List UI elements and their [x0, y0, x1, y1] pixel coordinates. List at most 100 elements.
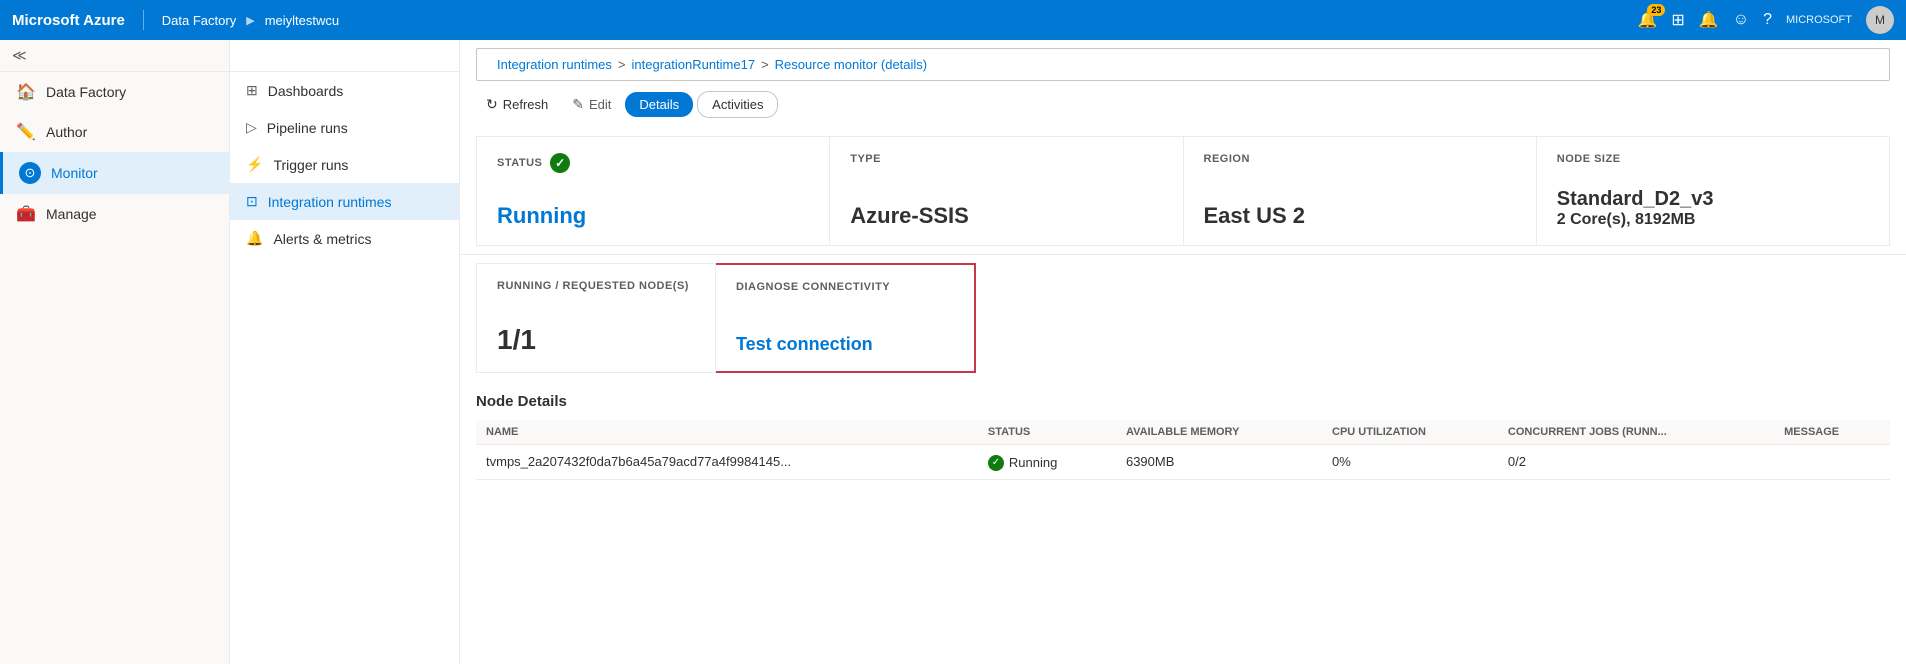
brand-label: Microsoft Azure [12, 12, 125, 29]
region-label: REGION [1204, 153, 1516, 165]
node-details-section: Node Details NAME STATUS AVAILABLE MEMOR… [460, 381, 1906, 480]
topbar-nav2[interactable]: meiyltestwcu [265, 13, 339, 28]
help-icon[interactable]: ? [1763, 11, 1772, 29]
subnav-dashboards-label: Dashboards [268, 83, 344, 99]
col-message: MESSAGE [1774, 420, 1890, 445]
subnav-pipeline-runs[interactable]: ▷ Pipeline runs [230, 109, 459, 146]
content-area: Integration runtimes > integrationRuntim… [460, 40, 1906, 664]
col-jobs: CONCURRENT JOBS (RUNN... [1498, 420, 1774, 445]
node-size-values: Standard_D2_v3 2 Core(s), 8192MB [1557, 188, 1869, 229]
node-table-body: tvmps_2a207432f0da7b6a45a79acd77a4f99841… [476, 445, 1890, 480]
breadcrumb-sep2: > [761, 57, 769, 72]
tab-details-button[interactable]: Details [625, 92, 693, 117]
status-label: STATUS ✓ [497, 153, 809, 173]
status-card: STATUS ✓ Running [476, 136, 830, 246]
test-connection-link[interactable]: Test connection [736, 334, 954, 355]
breadcrumb-bar: Integration runtimes > integrationRuntim… [476, 48, 1890, 81]
tab-activities-label: Activities [712, 97, 763, 112]
tab-activities-button[interactable]: Activities [697, 91, 778, 118]
type-label: TYPE [850, 153, 1162, 165]
col-cpu: CPU UTILIZATION [1322, 420, 1498, 445]
nav-item-author-label: Author [46, 124, 87, 140]
running-nodes-label: RUNNING / REQUESTED NODE(S) [497, 280, 695, 292]
type-card: TYPE Azure-SSIS [830, 136, 1183, 246]
breadcrumb-link2[interactable]: integrationRuntime17 [632, 57, 756, 72]
nav-item-data-factory-label: Data Factory [46, 84, 126, 100]
topbar-nav-arrow: ▶ [246, 14, 254, 27]
subnav-header [230, 40, 459, 72]
nav-item-manage[interactable]: 🧰 Manage [0, 194, 229, 234]
region-card: REGION East US 2 [1184, 136, 1537, 246]
avatar[interactable]: M [1866, 6, 1894, 34]
refresh-button[interactable]: ↻ Refresh [476, 91, 558, 118]
breadcrumb-current: Resource monitor (details) [775, 57, 927, 72]
node-details-table: NAME STATUS AVAILABLE MEMORY CPU UTILIZA… [476, 420, 1890, 480]
node-jobs: 0/2 [1498, 445, 1774, 480]
edit-icon: ✎ [572, 96, 584, 113]
subnav-alerts-metrics[interactable]: 🔔 Alerts & metrics [230, 220, 459, 257]
breadcrumb-sep1: > [618, 57, 626, 72]
breadcrumb-link1[interactable]: Integration runtimes [497, 57, 612, 72]
nav-item-data-factory[interactable]: 🏠 Data Factory [0, 72, 229, 112]
node-cpu: 0% [1322, 445, 1498, 480]
notification-icon[interactable]: 🔔 23 [1638, 10, 1658, 30]
refresh-icon: ↻ [486, 96, 498, 113]
status-value: Running [497, 203, 809, 229]
topbar-divider [143, 10, 144, 30]
left-nav: ≪ 🏠 Data Factory ✏️ Author ⊙ Monitor 🧰 M… [0, 40, 230, 664]
subnav-integration-runtimes-label: Integration runtimes [268, 194, 392, 210]
node-size-card: NODE SIZE Standard_D2_v3 2 Core(s), 8192… [1537, 136, 1890, 246]
row-status-check-icon: ✓ [988, 455, 1004, 471]
collapse-icon[interactable]: ≪ [12, 47, 27, 64]
topbar: Microsoft Azure Data Factory ▶ meiyltest… [0, 0, 1906, 40]
subnav-pipeline-runs-label: Pipeline runs [267, 120, 348, 136]
bell-icon[interactable]: 🔔 [1699, 10, 1719, 30]
pipeline-runs-icon: ▷ [246, 119, 257, 136]
running-badge: ✓ Running [988, 455, 1057, 471]
nav-item-monitor[interactable]: ⊙ Monitor [0, 152, 229, 194]
main-layout: ≪ 🏠 Data Factory ✏️ Author ⊙ Monitor 🧰 M… [0, 40, 1906, 664]
smiley-icon[interactable]: ☺ [1733, 11, 1749, 29]
running-nodes-card: RUNNING / REQUESTED NODE(S) 1/1 [476, 263, 716, 373]
cards-row-1: STATUS ✓ Running TYPE Azure-SSIS REGION … [460, 124, 1906, 255]
grid-icon[interactable]: ⊞ [1671, 10, 1684, 30]
subnav: ⊞ Dashboards ▷ Pipeline runs ⚡ Trigger r… [230, 40, 460, 664]
monitor-icon: ⊙ [19, 162, 41, 184]
user-label: MICROSOFT [1786, 14, 1852, 26]
toolbar: ↻ Refresh ✎ Edit Details Activities [460, 85, 1906, 124]
dashboards-icon: ⊞ [246, 82, 258, 99]
edit-button[interactable]: ✎ Edit [562, 91, 621, 118]
node-table-header: NAME STATUS AVAILABLE MEMORY CPU UTILIZA… [476, 420, 1890, 445]
node-memory: 6390MB [1116, 445, 1322, 480]
subnav-dashboards[interactable]: ⊞ Dashboards [230, 72, 459, 109]
type-value: Azure-SSIS [850, 203, 1162, 229]
node-name: tvmps_2a207432f0da7b6a45a79acd77a4f99841… [476, 445, 978, 480]
topbar-nav1[interactable]: Data Factory [162, 13, 236, 28]
node-size-subvalue: 2 Core(s), 8192MB [1557, 211, 1869, 229]
node-size-value: Standard_D2_v3 [1557, 188, 1869, 211]
integration-runtimes-icon: ⊡ [246, 193, 258, 210]
col-name: NAME [476, 420, 978, 445]
node-size-label: NODE SIZE [1557, 153, 1869, 165]
subnav-integration-runtimes[interactable]: ⊡ Integration runtimes [230, 183, 459, 220]
notification-badge: 23 [1647, 4, 1665, 16]
region-value: East US 2 [1204, 203, 1516, 229]
nav-items: 🏠 Data Factory ✏️ Author ⊙ Monitor 🧰 Man… [0, 72, 229, 234]
subnav-alerts-metrics-label: Alerts & metrics [273, 231, 371, 247]
col-status: STATUS [978, 420, 1116, 445]
data-factory-icon: 🏠 [16, 82, 36, 102]
subnav-trigger-runs[interactable]: ⚡ Trigger runs [230, 146, 459, 183]
node-status: ✓ Running [978, 445, 1116, 480]
nav-item-monitor-label: Monitor [51, 165, 98, 181]
nav-item-author[interactable]: ✏️ Author [0, 112, 229, 152]
cards-row-2: RUNNING / REQUESTED NODE(S) 1/1 DIAGNOSE… [460, 263, 1906, 381]
topbar-right: 🔔 23 ⊞ 🔔 ☺ ? MICROSOFT M [1638, 6, 1895, 34]
nav-collapse-header: ≪ [0, 40, 229, 72]
subnav-trigger-runs-label: Trigger runs [273, 157, 348, 173]
node-details-title: Node Details [476, 393, 1890, 410]
table-row: tvmps_2a207432f0da7b6a45a79acd77a4f99841… [476, 445, 1890, 480]
tab-details-label: Details [639, 97, 679, 112]
alerts-metrics-icon: 🔔 [246, 230, 263, 247]
node-table-header-row: NAME STATUS AVAILABLE MEMORY CPU UTILIZA… [476, 420, 1890, 445]
author-icon: ✏️ [16, 122, 36, 142]
